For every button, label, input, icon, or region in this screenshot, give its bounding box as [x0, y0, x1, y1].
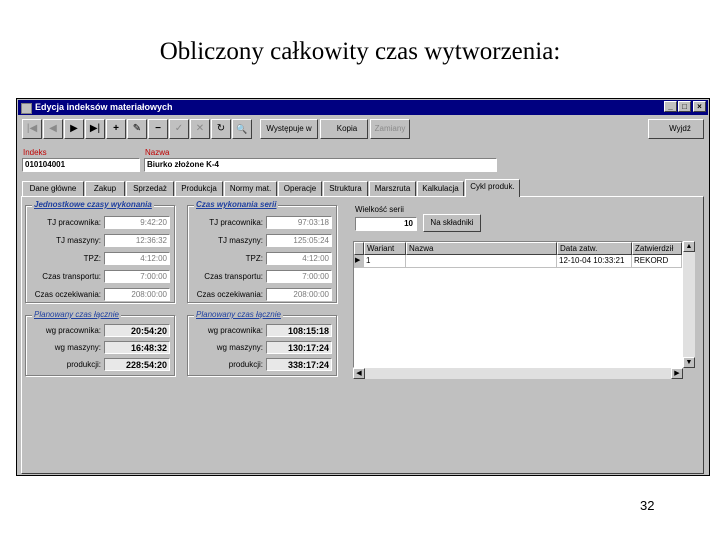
planned-series-value: 338:17:24 — [266, 358, 332, 371]
unit-value: 12:36:32 — [104, 234, 170, 247]
occurs-in-button[interactable]: Występuje w — [260, 119, 318, 139]
page-number: 32 — [640, 498, 655, 513]
index-label: Indeks — [23, 148, 47, 157]
planned-unit-value: 20:54:20 — [104, 324, 170, 337]
grid-cell-data-zatw[interactable]: 12-10-04 10:33:21 — [557, 255, 632, 268]
series-times-title: Czas wykonania serii — [194, 200, 279, 209]
tab-sprzedaz[interactable]: Sprzedaż — [126, 181, 174, 196]
unit-times-group: Jednostkowe czasy wykonania TJ pracownik… — [25, 200, 175, 303]
series-value: 125:05:24 — [266, 234, 332, 247]
planned-series-label: wg pracownika: — [207, 326, 263, 335]
series-times-group: Czas wykonania serii TJ pracownika: 97:0… — [187, 200, 337, 303]
unit-label: TJ pracownika: — [47, 218, 101, 227]
delete-button[interactable]: − — [148, 119, 168, 139]
grid-cell-wariant[interactable]: 1 — [364, 255, 406, 268]
planned-unit-label: produkcji: — [66, 360, 101, 369]
series-label: TJ maszyny: — [218, 236, 263, 245]
tab-produkcja[interactable]: Produkcja — [175, 181, 223, 196]
scroll-down-button[interactable]: ▼ — [683, 357, 695, 368]
grid-vertical-scrollbar[interactable]: ▲ ▼ — [683, 241, 695, 368]
series-value: 208:00:00 — [266, 288, 332, 301]
maximize-button[interactable]: □ — [678, 101, 691, 112]
scroll-left-button[interactable]: ◀ — [353, 368, 365, 379]
planned-unit-label: wg maszyny: — [54, 343, 101, 352]
app-icon — [21, 103, 32, 114]
planned-series-label: wg maszyny: — [216, 343, 263, 352]
tab-cykl-produk[interactable]: Cykl produk. — [465, 179, 520, 197]
unit-label: Czas oczekiwania: — [34, 290, 101, 299]
grid-header-data-zatw[interactable]: Data zatw. — [557, 242, 632, 255]
unit-value: 7:00:00 — [104, 270, 170, 283]
planned-series-group: Planowany czas łącznie wg pracownika: 10… — [187, 310, 337, 376]
find-button[interactable]: 🔍 — [232, 119, 252, 139]
series-label: Czas transportu: — [204, 272, 263, 281]
planned-series-label: produkcji: — [228, 360, 263, 369]
series-label: Czas oczekiwania: — [196, 290, 263, 299]
tab-kalkulacja[interactable]: Kalkulacja — [417, 181, 464, 196]
cancel-button[interactable]: ✕ — [190, 119, 210, 139]
index-field[interactable]: 010104001 — [22, 158, 140, 172]
tab-struktura[interactable]: Struktura — [323, 181, 368, 196]
to-components-button[interactable]: Na składniki — [423, 214, 481, 232]
planned-unit-value: 16:48:32 — [104, 341, 170, 354]
series-value: 7:00:00 — [266, 270, 332, 283]
window-title: Edycja indeksów materiałowych — [35, 102, 173, 112]
unit-label: TJ maszyny: — [56, 236, 101, 245]
close-button[interactable]: × — [693, 101, 706, 112]
series-value: 97:03:18 — [266, 216, 332, 229]
app-window: Edycja indeksów materiałowych _ □ × |◀ ◀… — [16, 98, 710, 476]
copy-button[interactable]: Kopia — [320, 119, 368, 139]
tab-operacje[interactable]: Operacje — [278, 181, 322, 196]
tab-normy-mat[interactable]: Normy mat. — [224, 181, 277, 196]
minimize-button[interactable]: _ — [664, 101, 677, 112]
grid-header-wariant[interactable]: Wariant — [364, 242, 406, 255]
unit-value: 9:42:20 — [104, 216, 170, 229]
title-bar: Edycja indeksów materiałowych _ □ × — [18, 100, 708, 115]
series-size-field[interactable]: 10 — [355, 217, 417, 231]
series-value: 4:12:00 — [266, 252, 332, 265]
add-button[interactable]: + — [106, 119, 126, 139]
grid-cell-nazwa[interactable] — [406, 255, 557, 268]
planned-unit-label: wg pracownika: — [45, 326, 101, 335]
next-record-button[interactable]: ▶ — [64, 119, 84, 139]
edit-button[interactable]: ✎ — [127, 119, 147, 139]
unit-label: Czas transportu: — [42, 272, 101, 281]
last-record-button[interactable]: ▶| — [85, 119, 105, 139]
planned-unit-title: Planowany czas łącznie — [32, 310, 121, 319]
unit-times-title: Jednostkowe czasy wykonania — [32, 200, 154, 209]
refresh-button[interactable]: ↻ — [211, 119, 231, 139]
unit-value: 4:12:00 — [104, 252, 170, 265]
prev-record-button[interactable]: ◀ — [43, 119, 63, 139]
grid-row-indicator-header — [354, 242, 364, 255]
planned-series-value: 108:15:18 — [266, 324, 332, 337]
planned-unit-group: Planowany czas łącznie wg pracownika: 20… — [25, 310, 175, 376]
scroll-right-button[interactable]: ▶ — [671, 368, 683, 379]
grid-header-nazwa[interactable]: Nazwa — [406, 242, 557, 255]
confirm-button[interactable]: ✓ — [169, 119, 189, 139]
grid-horizontal-scrollbar[interactable]: ◀ ▶ — [353, 368, 683, 379]
series-size-label: Wielkość serii — [355, 205, 404, 214]
name-label: Nazwa — [145, 148, 170, 157]
series-label: TJ pracownika: — [209, 218, 263, 227]
replacements-button[interactable]: Zamiany — [370, 119, 410, 139]
planned-series-value: 130:17:24 — [266, 341, 332, 354]
tab-dane-glowne[interactable]: Dane główne — [22, 181, 84, 196]
grid-header-zatwierdzil[interactable]: Zatwierdził — [632, 242, 682, 255]
tab-marszruta[interactable]: Marszruta — [369, 181, 416, 196]
row-selector-icon: ▶ — [354, 255, 364, 268]
unit-label: TPZ: — [83, 254, 101, 263]
planned-unit-value: 228:54:20 — [104, 358, 170, 371]
unit-value: 208:00:00 — [104, 288, 170, 301]
planned-series-title: Planowany czas łącznie — [194, 310, 283, 319]
variants-grid: Wariant Nazwa Data zatw. Zatwierdził ▶ 1… — [353, 241, 683, 368]
first-record-button[interactable]: |◀ — [22, 119, 42, 139]
tab-zakup[interactable]: Zakup — [85, 181, 125, 196]
scroll-up-button[interactable]: ▲ — [683, 241, 695, 252]
name-field[interactable]: Biurko złożone K-4 — [144, 158, 497, 172]
series-label: TPZ: — [245, 254, 263, 263]
exit-button[interactable]: Wyjdź — [648, 119, 704, 139]
grid-cell-zatwierdzil[interactable]: REKORD — [632, 255, 682, 268]
slide-title: Obliczony całkowity czas wytworzenia: — [159, 38, 561, 65]
